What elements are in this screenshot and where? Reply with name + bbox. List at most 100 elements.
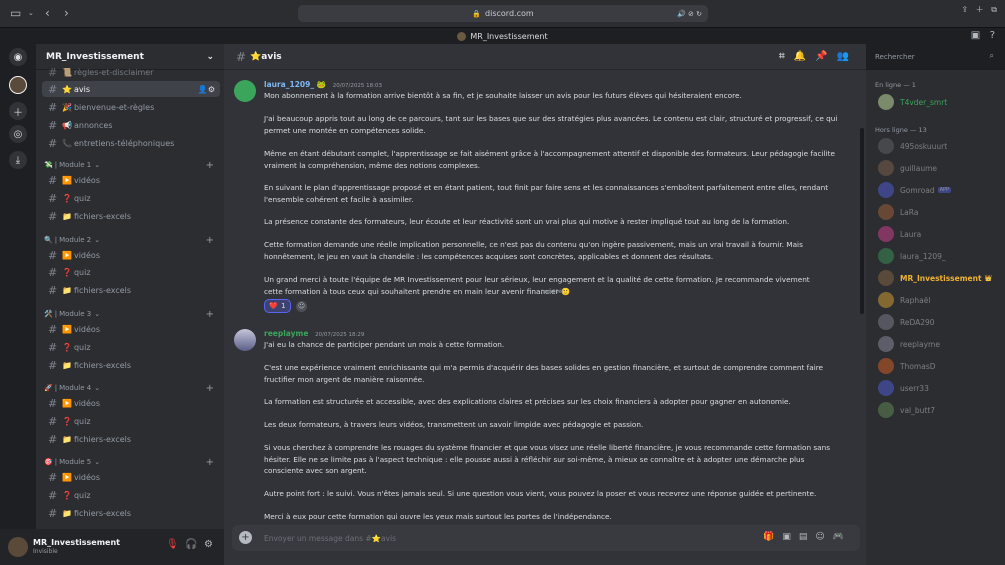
channel-sidebar: MR_Investissement ⌄ # 📜 règles-et-disclaim… <box>36 44 224 529</box>
member-item[interactable]: Gomroad APP <box>878 182 1003 198</box>
channel-emoji: 📢 <box>62 120 72 130</box>
avatar <box>878 226 894 242</box>
member-item[interactable]: val_butt7 <box>878 402 1003 418</box>
member-item[interactable]: 495oskuuurt <box>878 138 1003 154</box>
channel-item[interactable]: # 📞 entretiens-téléphoniques <box>42 135 220 151</box>
avatar <box>878 138 894 154</box>
member-item-owner[interactable]: MR_Investissement 👑 <box>878 270 1003 286</box>
channel-item[interactable]: # 📁 fichiers-excels <box>42 505 220 521</box>
avatar <box>878 160 894 176</box>
discord-home-icon[interactable]: ◉ <box>9 48 27 66</box>
channel-item[interactable]: # ▶️ vidéos <box>42 469 220 485</box>
channel-item[interactable]: # ❓ quiz <box>42 264 220 280</box>
channel-emoji: ▶️ <box>62 472 72 482</box>
add-channel-icon[interactable]: + <box>206 457 214 468</box>
channel-item[interactable]: # ❓ quiz <box>42 339 220 355</box>
hash-icon: # <box>48 136 58 150</box>
channel-emoji: 📞 <box>62 138 72 148</box>
category-module-3[interactable]: 🛠️ | Module 3 ⌄ + <box>44 309 220 320</box>
add-attachment-icon[interactable]: + <box>239 531 252 544</box>
search-placeholder: Rechercher <box>875 53 915 61</box>
avatar <box>878 182 894 198</box>
member-name: ThomasD <box>900 361 936 371</box>
inbox-icon[interactable]: ▣ ? <box>971 30 995 41</box>
chat-scrollbar[interactable] <box>860 128 864 314</box>
browser-actions[interactable]: ⇪ ＋ ⧉ <box>961 4 997 15</box>
member-item[interactable]: guillaume <box>878 160 1003 176</box>
channel-item[interactable]: # 📜 règles-et-disclaimer <box>42 64 220 80</box>
category-separator: | <box>54 161 58 169</box>
category-module-1[interactable]: 💸 | Module 1 ⌄ + <box>44 160 220 171</box>
message-composer[interactable]: + Envoyer un message dans #⭐avis 🎁▣▤☺🎮 <box>232 525 860 551</box>
add-channel-icon[interactable]: + <box>206 235 214 246</box>
member-item[interactable]: Raphaël <box>878 292 1003 308</box>
channel-emoji: ❓ <box>62 490 72 500</box>
add-channel-icon[interactable]: + <box>206 309 214 320</box>
forward-icon[interactable]: › <box>64 6 69 20</box>
reload-icon[interactable]: 🔊 ⊘ ↻ <box>677 10 702 18</box>
category-module-5[interactable]: 🎯 | Module 5 ⌄ + <box>44 457 220 468</box>
address-bar[interactable]: 🔒 discord.com 🔊 ⊘ ↻ <box>298 5 708 22</box>
message-paragraph: Autre point fort : le suivi. Vous n'êtes… <box>264 489 817 498</box>
member-item[interactable]: ThomasD <box>878 358 1003 374</box>
message-paragraph: J'ai eu la chance de participer pendant … <box>264 340 505 349</box>
headset-icon[interactable]: 🎧 <box>185 539 197 550</box>
mute-mic-icon[interactable]: 🎙 <box>166 539 179 550</box>
channel-item[interactable]: # ❓ quiz <box>42 190 220 206</box>
add-channel-icon[interactable]: + <box>206 383 214 394</box>
member-item[interactable]: reeplayme <box>878 336 1003 352</box>
channel-label: entretiens-téléphoniques <box>73 138 175 148</box>
channel-item[interactable]: # 📁 fichiers-excels <box>42 282 220 298</box>
channel-item[interactable]: # ▶️ vidéos <box>42 247 220 263</box>
download-icon[interactable]: ⤓ <box>9 151 27 169</box>
channel-item[interactable]: # 📁 fichiers-excels <box>42 431 220 447</box>
channel-item[interactable]: # ▶️ vidéos <box>42 321 220 337</box>
add-server-icon[interactable]: ＋ <box>9 102 27 120</box>
channel-item[interactable]: # ❓ quiz <box>42 487 220 503</box>
member-item[interactable]: userr33 <box>878 380 1003 396</box>
hash-icon: # <box>48 283 58 297</box>
category-module-4[interactable]: 🚀 | Module 4 ⌄ + <box>44 383 220 394</box>
window-title-bar: MR_Investissement ▣ ? <box>0 28 1005 44</box>
message-author[interactable]: laura_1209_ <box>264 80 314 89</box>
header-actions[interactable]: ⌗🔔📌👥 <box>779 51 858 62</box>
invite-settings-icons[interactable]: 👤⚙ <box>198 85 215 94</box>
chevron-down-icon: ⌄ <box>94 384 101 392</box>
sidebar-toggle-icon[interactable]: ▭ <box>10 6 21 20</box>
channel-item-avis[interactable]: # ⭐ avis 👤⚙ <box>42 81 220 97</box>
category-label: Module 1 <box>59 161 92 169</box>
message-paragraph: Merci à eux pour cette formation qui ouv… <box>264 512 612 520</box>
add-reaction-icon[interactable]: ☺ <box>296 301 307 312</box>
member-item[interactable]: ReDA290 <box>878 314 1003 330</box>
member-item[interactable]: laura_1209_ <box>878 248 1003 264</box>
add-channel-icon[interactable]: + <box>206 160 214 171</box>
back-icon[interactable]: ‹ <box>45 6 50 20</box>
channel-item[interactable]: # 🎉 bienvenue-et-règles <box>42 99 220 115</box>
channel-item[interactable]: # 📁 fichiers-excels <box>42 357 220 373</box>
crown-icon: 👑 <box>984 274 993 282</box>
hash-icon: # <box>48 265 58 279</box>
discover-icon[interactable]: ◎ <box>9 125 27 143</box>
member-item[interactable]: Laura <box>878 226 1003 242</box>
reaction-heart[interactable]: ❤️ 1 <box>264 299 291 313</box>
browser-toolbar: ▭ ⌄ ‹ › 🔒 discord.com 🔊 ⊘ ↻ ⇪ ＋ ⧉ <box>0 0 1005 28</box>
avatar[interactable] <box>234 329 256 351</box>
category-module-2[interactable]: 🔍 | Module 2 ⌄ + <box>44 235 220 246</box>
avatar[interactable] <box>234 80 256 102</box>
channel-item[interactable]: # 📢 annonces <box>42 117 220 133</box>
search-input[interactable]: Rechercher ⌕ <box>870 49 999 65</box>
channel-item[interactable]: # ▶️ vidéos <box>42 172 220 188</box>
member-item[interactable]: LaRa <box>878 204 1003 220</box>
channel-item[interactable]: # 📁 fichiers-excels <box>42 208 220 224</box>
server-icon-mr-investissement[interactable] <box>9 76 27 94</box>
chevron-down-icon[interactable]: ⌄ <box>28 9 34 17</box>
channel-item[interactable]: # ❓ quiz <box>42 413 220 429</box>
gear-icon[interactable]: ⚙ <box>204 539 213 550</box>
channel-label: quiz <box>73 342 91 352</box>
member-item[interactable]: T4vder_smrt <box>878 94 1003 110</box>
channel-label: vidéos <box>73 472 100 482</box>
channel-item[interactable]: # ▶️ vidéos <box>42 395 220 411</box>
message-author[interactable]: reeplayme <box>264 329 308 338</box>
composer-tools[interactable]: 🎁▣▤☺🎮 <box>763 532 852 542</box>
avatar[interactable] <box>8 537 28 557</box>
